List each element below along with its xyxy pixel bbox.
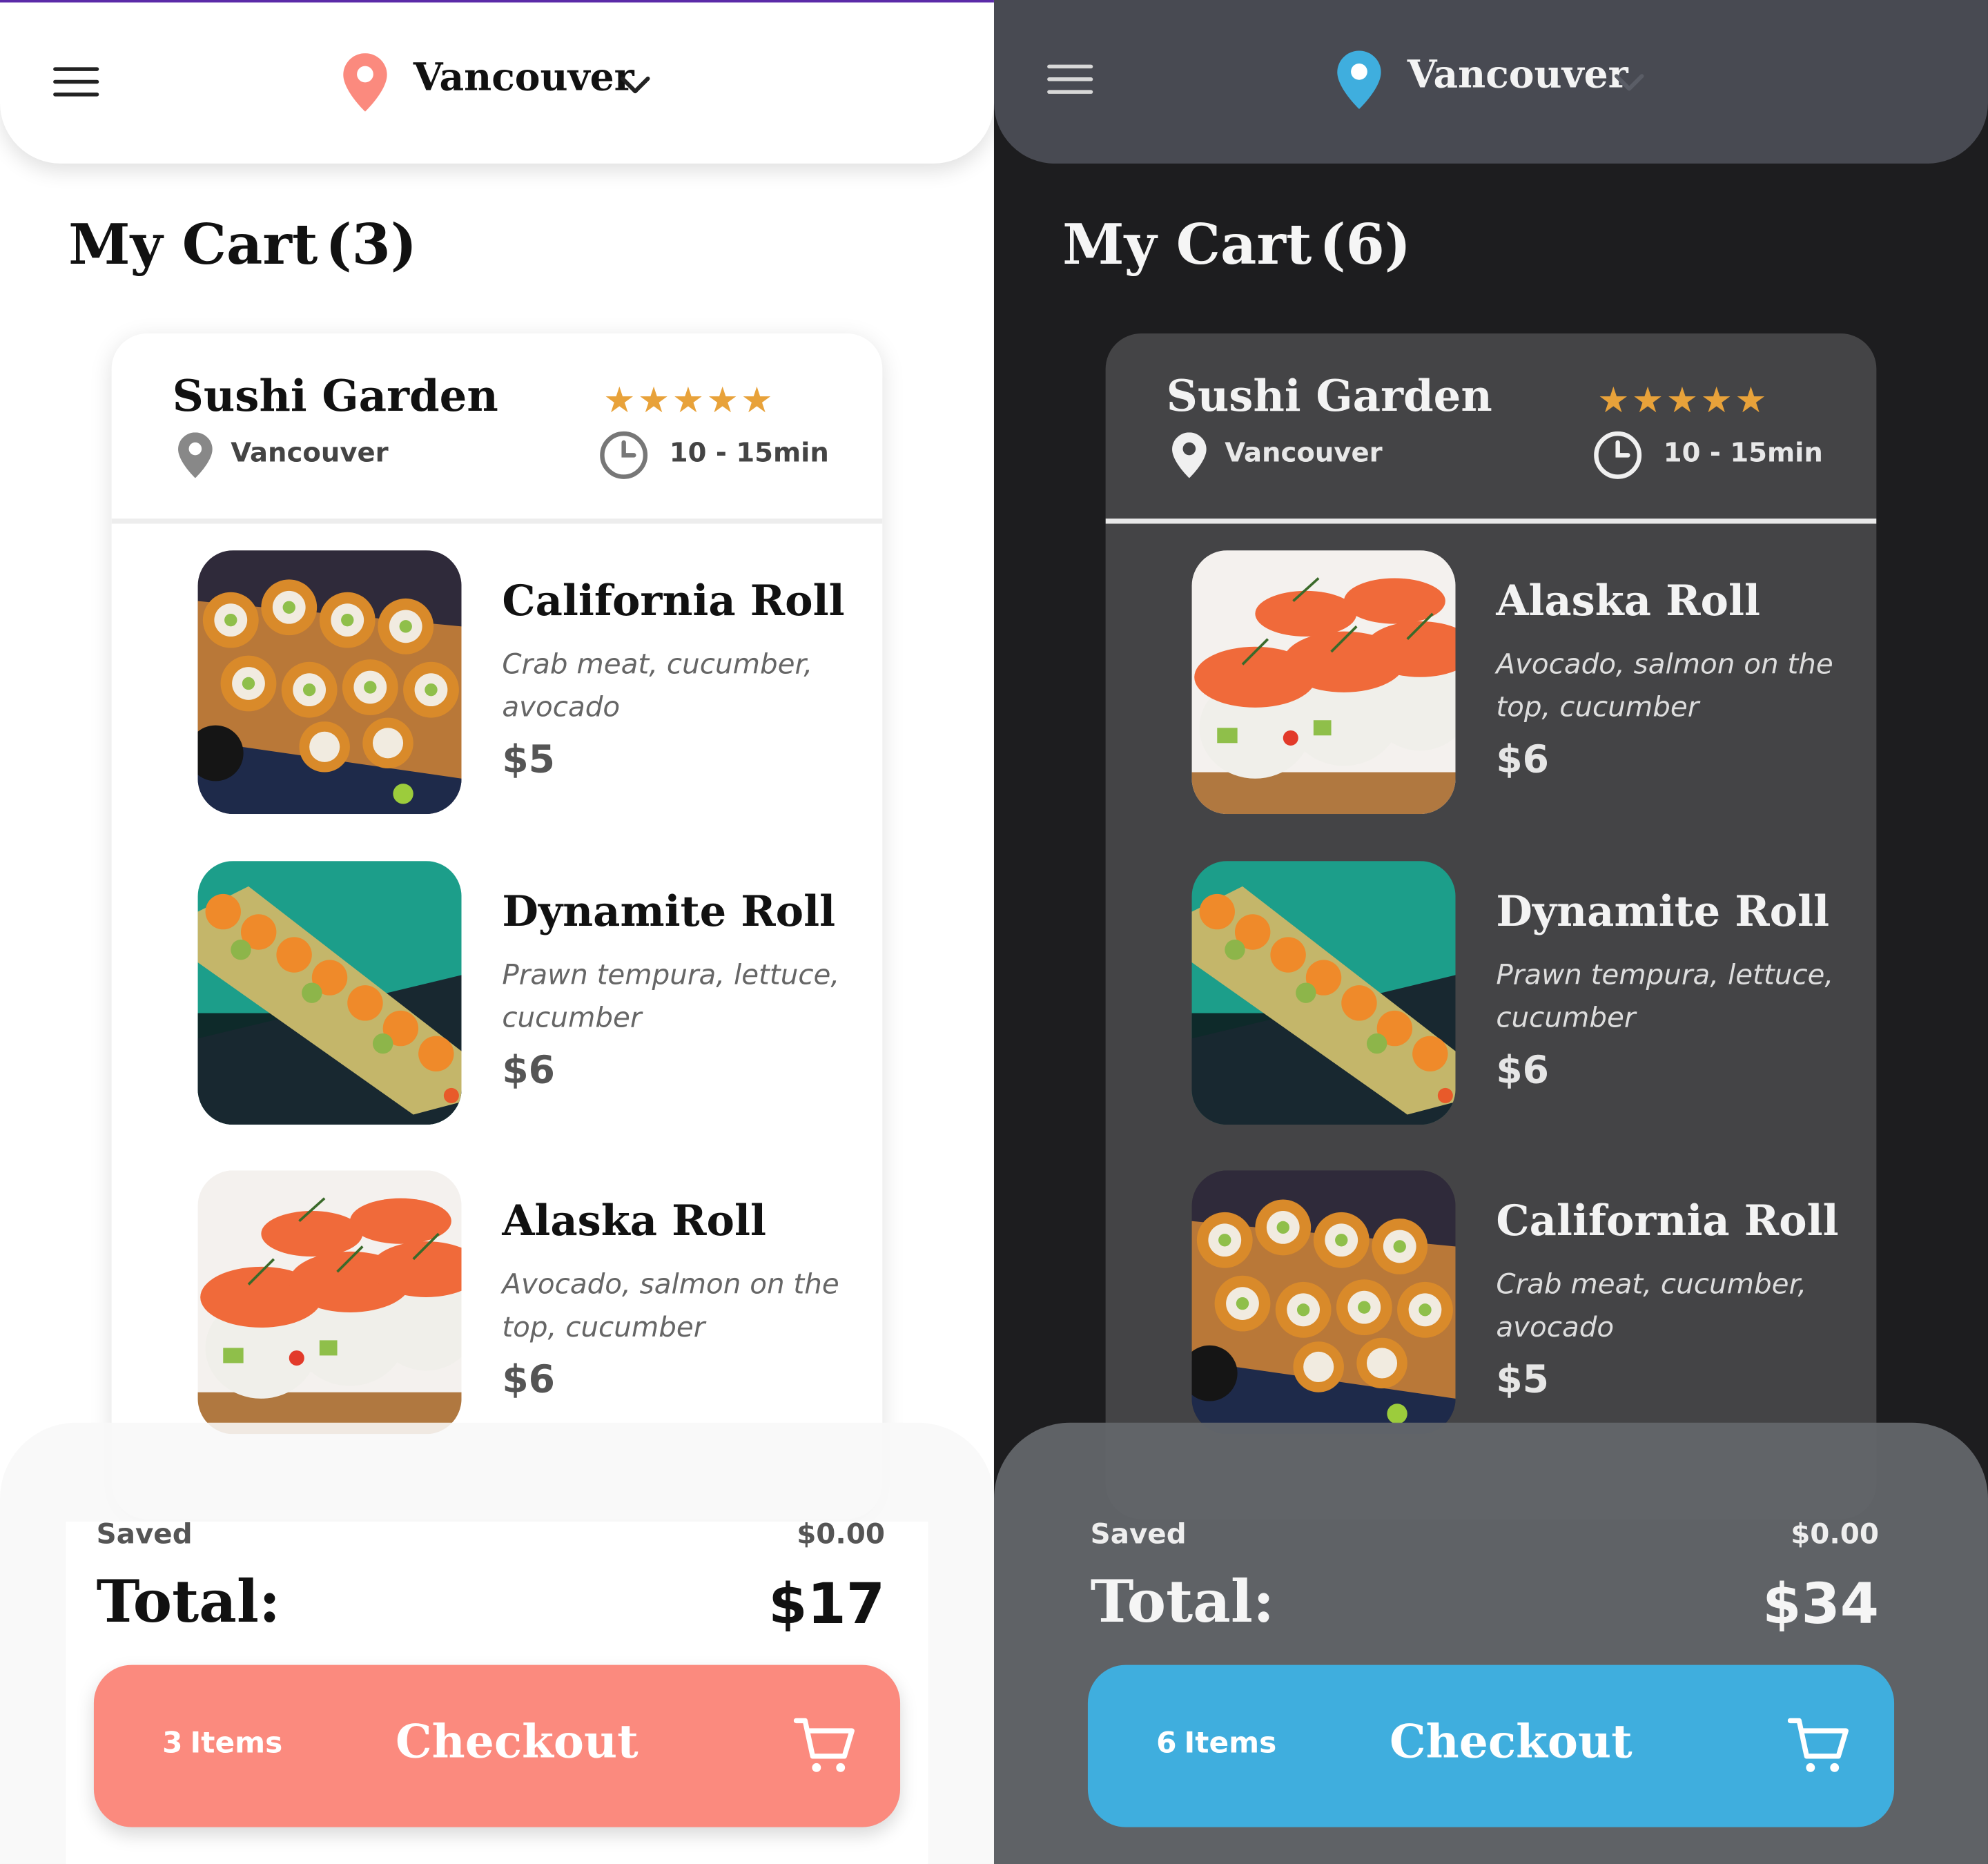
item-name: Dynamite Roll	[502, 886, 836, 936]
page-title: My Cart (3)	[68, 213, 418, 278]
chevron-down-icon[interactable]	[618, 72, 652, 98]
restaurant-card: Sushi Garden Vancouver ★★★★★ 10 - 15min …	[111, 333, 883, 1520]
total-label: Total:	[96, 1567, 281, 1636]
map-pin-icon	[343, 53, 387, 112]
item-price: $6	[502, 1048, 556, 1094]
divider	[1105, 518, 1877, 524]
clock-icon	[1594, 431, 1642, 479]
dark-theme-screen: Vancouver My Cart (6) Sushi Garden Vancou…	[994, 0, 1988, 1864]
item-description: Crab meat, cucumber, avocado	[1496, 1269, 1807, 1344]
item-description: Crab meat, cucumber, avocado	[502, 649, 813, 724]
item-description: Prawn tempura, lettuce, cucumber	[1496, 960, 1834, 1035]
item-name: California Roll	[1496, 1196, 1839, 1245]
hamburger-icon[interactable]	[1047, 64, 1093, 98]
clock-icon	[600, 431, 648, 479]
restaurant-city: Vancouver	[1225, 437, 1383, 468]
item-price: $6	[1496, 737, 1550, 783]
item-price: $5	[1496, 1358, 1550, 1403]
chevron-down-icon[interactable]	[1612, 70, 1646, 95]
item-description: Avocado, salmon on the top, cucumber	[1496, 649, 1833, 724]
alaska-roll-image	[197, 1170, 462, 1435]
saved-value: $0.00	[1791, 1519, 1880, 1551]
item-price: $5	[502, 737, 556, 783]
location-selector[interactable]: Vancouver	[413, 56, 634, 100]
restaurant-name[interactable]: Sushi Garden	[173, 371, 498, 422]
shopping-cart-icon	[793, 1718, 855, 1772]
total-label: Total:	[1090, 1567, 1275, 1636]
checkout-item-count: 6 Items	[1156, 1727, 1277, 1760]
cart-count: (3)	[325, 213, 418, 278]
checkout-label: Checkout	[396, 1716, 639, 1769]
item-name: Alaska Roll	[502, 1196, 767, 1245]
restaurant-name[interactable]: Sushi Garden	[1167, 371, 1492, 422]
dynamite-roll-image	[197, 861, 462, 1125]
shopping-cart-icon	[1787, 1718, 1849, 1772]
item-name: California Roll	[502, 575, 845, 625]
cart-item[interactable]: Alaska Roll Avocado, salmon on the top, …	[197, 1170, 883, 1435]
map-pin-icon	[178, 432, 213, 478]
item-name: Alaska Roll	[1496, 575, 1761, 625]
rating-stars: ★★★★★	[603, 379, 776, 421]
top-bar: Vancouver	[0, 0, 994, 164]
light-theme-screen: Vancouver My Cart (3) Sushi Garden Vancou…	[0, 0, 994, 1864]
cart-item[interactable]: Alaska Roll Avocado, salmon on the top, …	[1191, 550, 1877, 815]
cart-item[interactable]: Dynamite Roll Prawn tempura, lettuce, cu…	[1191, 861, 1877, 1125]
saved-value: $0.00	[797, 1519, 886, 1551]
checkout-button[interactable]: 3 Items Checkout	[93, 1664, 901, 1827]
map-pin-icon	[1172, 432, 1207, 478]
item-description: Avocado, salmon on the top, cucumber	[502, 1269, 839, 1344]
alaska-roll-image	[1191, 550, 1456, 815]
cart-item[interactable]: Dynamite Roll Prawn tempura, lettuce, cu…	[197, 861, 883, 1125]
restaurant-city: Vancouver	[231, 437, 389, 468]
california-roll-image	[197, 550, 462, 815]
map-pin-icon	[1337, 50, 1381, 109]
cart-count: (6)	[1319, 213, 1412, 278]
saved-label: Saved	[1090, 1519, 1187, 1551]
checkout-item-count: 3 Items	[162, 1727, 283, 1760]
divider	[111, 518, 883, 524]
cart-item[interactable]: California Roll Crab meat, cucumber, avo…	[197, 550, 883, 815]
checkout-button[interactable]: 6 Items Checkout	[1087, 1664, 1895, 1827]
rating-stars: ★★★★★	[1597, 379, 1770, 421]
top-bar: Vancouver	[994, 0, 1988, 164]
checkout-label: Checkout	[1390, 1716, 1633, 1769]
item-description: Prawn tempura, lettuce, cucumber	[502, 960, 840, 1035]
item-price: $6	[502, 1358, 556, 1403]
delivery-eta: 10 - 15min	[669, 437, 829, 468]
hamburger-icon[interactable]	[53, 67, 99, 100]
total-value: $34	[1762, 1572, 1880, 1638]
item-price: $6	[1496, 1048, 1550, 1094]
page-title: My Cart (6)	[1062, 213, 1412, 278]
saved-label: Saved	[96, 1519, 193, 1551]
total-value: $17	[768, 1572, 886, 1638]
item-name: Dynamite Roll	[1496, 886, 1830, 936]
dynamite-roll-image	[1191, 861, 1456, 1125]
california-roll-image	[1191, 1170, 1456, 1435]
restaurant-card: Sushi Garden Vancouver ★★★★★ 10 - 15min …	[1105, 333, 1877, 1520]
delivery-eta: 10 - 15min	[1663, 437, 1823, 468]
location-selector[interactable]: Vancouver	[1407, 53, 1628, 97]
cart-item[interactable]: California Roll Crab meat, cucumber, avo…	[1191, 1170, 1877, 1435]
